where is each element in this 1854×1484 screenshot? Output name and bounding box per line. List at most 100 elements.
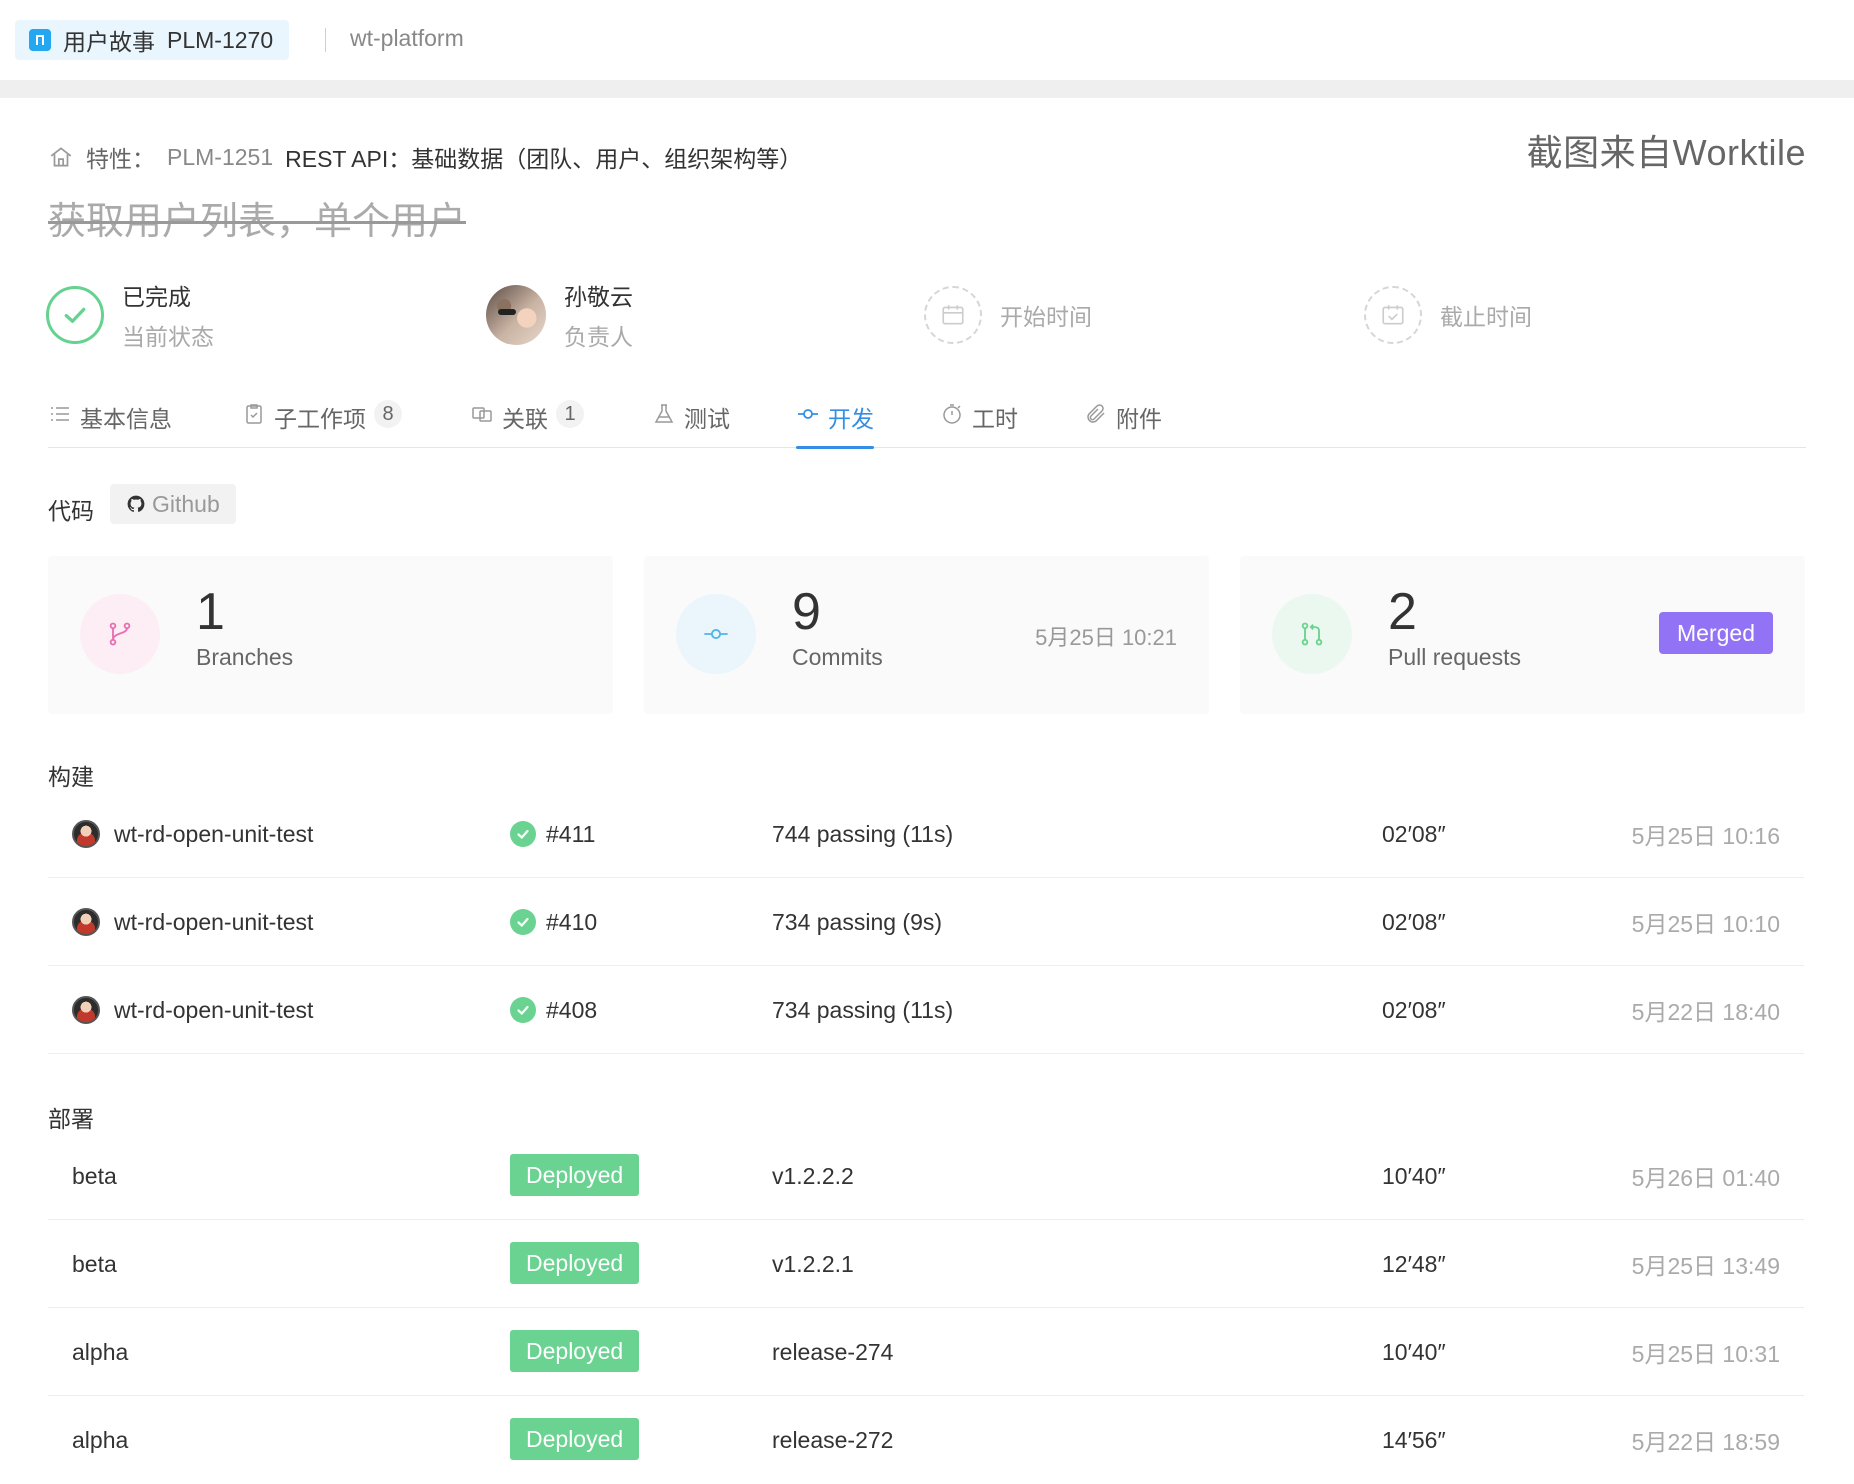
tab-testing[interactable]: 测试 bbox=[652, 394, 730, 448]
tab-development[interactable]: 开发 bbox=[796, 394, 874, 449]
tab-subtasks[interactable]: 子工作项 8 bbox=[242, 394, 402, 448]
parent-item-title[interactable]: REST API：基础数据（团队、用户、组织架构等） bbox=[285, 140, 802, 174]
deploy-row[interactable]: beta Deployed v1.2.2.1 12′48″ 5月25日 13:4… bbox=[48, 1220, 1804, 1308]
status-label: 当前状态 bbox=[122, 324, 214, 350]
build-time: 5月22日 18:40 bbox=[1631, 999, 1780, 1025]
tab-count-badge: 8 bbox=[374, 400, 402, 428]
top-bar: 用户故事 PLM-1270 wt-platform bbox=[0, 0, 1854, 80]
page-title[interactable]: 获取用户列表，单个用户 bbox=[48, 190, 466, 245]
deploy-time: 5月25日 10:31 bbox=[1631, 1341, 1780, 1367]
jenkins-icon bbox=[72, 820, 100, 848]
owner-label: 负责人 bbox=[564, 324, 633, 350]
status-field[interactable]: 已完成 当前状态 bbox=[46, 280, 214, 350]
tab-label: 工时 bbox=[972, 406, 1018, 432]
branch-icon bbox=[80, 594, 160, 674]
deploy-time: 5月22日 18:59 bbox=[1631, 1429, 1780, 1455]
status-value: 已完成 bbox=[122, 284, 191, 310]
deploy-time: 5月25日 13:49 bbox=[1631, 1253, 1780, 1279]
pull-requests-card[interactable]: 2 Pull requests Merged bbox=[1240, 556, 1805, 714]
stopwatch-icon bbox=[943, 404, 961, 424]
branches-label: Branches bbox=[196, 644, 294, 670]
build-job-name: wt-rd-open-unit-test bbox=[114, 820, 314, 847]
deploys-section-title: 部署 bbox=[48, 1106, 94, 1132]
calendar-check-icon bbox=[1364, 286, 1422, 344]
deploy-row[interactable]: alpha Deployed release-274 10′40″ 5月25日 … bbox=[48, 1308, 1804, 1396]
pull-requests-count: 2 bbox=[1388, 583, 1417, 641]
commit-icon bbox=[676, 594, 756, 674]
clipboard-icon bbox=[246, 404, 262, 424]
build-result: 734 passing (9s) bbox=[772, 908, 943, 935]
deploy-env: alpha bbox=[72, 1426, 129, 1453]
commits-card[interactable]: 9 Commits 5月25日 10:21 bbox=[644, 556, 1209, 714]
story-icon bbox=[29, 29, 51, 51]
deploy-row[interactable]: alpha Deployed release-272 14′56″ 5月22日 … bbox=[48, 1396, 1804, 1484]
deployed-badge: Deployed bbox=[510, 1330, 640, 1372]
build-result: 744 passing (11s) bbox=[772, 820, 954, 847]
build-number[interactable]: #411 bbox=[546, 821, 595, 848]
jenkins-icon bbox=[72, 996, 100, 1024]
build-duration: 02′08″ bbox=[1382, 996, 1446, 1023]
avatar bbox=[486, 285, 546, 345]
pull-request-icon bbox=[1272, 594, 1352, 674]
breadcrumb-prefix: 特性： bbox=[86, 146, 155, 172]
deploy-duration: 12′48″ bbox=[1382, 1250, 1446, 1277]
build-number[interactable]: #408 bbox=[546, 997, 597, 1024]
deploy-env: beta bbox=[72, 1250, 117, 1277]
home-icon[interactable] bbox=[48, 144, 74, 170]
deploy-row[interactable]: beta Deployed v1.2.2.2 10′40″ 5月26日 01:4… bbox=[48, 1132, 1804, 1220]
start-date-field[interactable]: 开始时间 bbox=[924, 280, 1092, 350]
tab-basic-info[interactable]: 基本信息 bbox=[48, 394, 172, 448]
tab-relations[interactable]: 关联 1 bbox=[470, 394, 584, 448]
list-icon bbox=[51, 407, 69, 421]
section-divider bbox=[0, 80, 1854, 98]
work-item-type-tag[interactable]: 用户故事 PLM-1270 bbox=[15, 20, 290, 60]
tab-label: 开发 bbox=[828, 406, 874, 432]
build-result: 734 passing (11s) bbox=[772, 996, 954, 1023]
divider bbox=[325, 28, 326, 52]
tab-label: 测试 bbox=[684, 406, 730, 432]
due-date-placeholder: 截止时间 bbox=[1440, 304, 1532, 330]
commits-count: 9 bbox=[792, 583, 821, 641]
build-row[interactable]: wt-rd-open-unit-test #410 734 passing (9… bbox=[48, 878, 1804, 966]
watermark: 截图来自Worktile bbox=[1526, 132, 1806, 173]
build-row[interactable]: wt-rd-open-unit-test #408 734 passing (1… bbox=[48, 966, 1804, 1054]
builds-section-title: 构建 bbox=[48, 764, 94, 790]
tab-label: 关联 bbox=[502, 406, 548, 432]
work-item-type-label: 用户故事 bbox=[63, 29, 155, 55]
merged-badge: Merged bbox=[1659, 612, 1773, 654]
github-label: Github bbox=[152, 490, 220, 517]
build-job-name: wt-rd-open-unit-test bbox=[114, 908, 314, 935]
deploy-time: 5月26日 01:40 bbox=[1631, 1165, 1780, 1191]
deploy-version: release-272 bbox=[772, 1426, 894, 1453]
parent-item-id[interactable]: PLM-1251 bbox=[167, 144, 273, 171]
success-check-icon bbox=[510, 821, 536, 847]
tab-attachments[interactable]: 附件 bbox=[1084, 394, 1162, 448]
deploy-version: v1.2.2.2 bbox=[772, 1162, 854, 1189]
breadcrumb: 特性： PLM-1251 REST API：基础数据（团队、用户、组织架构等） bbox=[48, 140, 802, 174]
deploy-duration: 14′56″ bbox=[1382, 1426, 1446, 1453]
branches-count: 1 bbox=[196, 583, 225, 641]
build-time: 5月25日 10:10 bbox=[1631, 911, 1780, 937]
due-date-field[interactable]: 截止时间 bbox=[1364, 280, 1532, 350]
paperclip-icon bbox=[1087, 404, 1105, 423]
owner-field[interactable]: 孙敬云 负责人 bbox=[486, 280, 633, 350]
tab-worklog[interactable]: 工时 bbox=[940, 394, 1018, 448]
deploy-duration: 10′40″ bbox=[1382, 1338, 1446, 1365]
pull-requests-label: Pull requests bbox=[1388, 644, 1521, 670]
build-number[interactable]: #410 bbox=[546, 909, 597, 936]
deploy-env: alpha bbox=[72, 1338, 129, 1365]
owner-value: 孙敬云 bbox=[564, 284, 633, 310]
github-tag[interactable]: Github bbox=[110, 484, 236, 524]
branches-card[interactable]: 1 Branches bbox=[48, 556, 613, 714]
tab-count-badge: 1 bbox=[556, 400, 584, 428]
commits-last-date: 5月25日 10:21 bbox=[1035, 625, 1177, 650]
success-check-icon bbox=[510, 909, 536, 935]
build-duration: 02′08″ bbox=[1382, 820, 1446, 847]
tab-bar: 基本信息 子工作项 8 关联 1 测试 开发 工时 附件 bbox=[48, 394, 1806, 449]
start-date-placeholder: 开始时间 bbox=[1000, 304, 1092, 330]
build-row[interactable]: wt-rd-open-unit-test #411 744 passing (1… bbox=[48, 790, 1804, 878]
github-icon bbox=[127, 495, 145, 512]
code-section-title: 代码 bbox=[48, 498, 94, 524]
project-link[interactable]: wt-platform bbox=[350, 25, 464, 52]
deployed-badge: Deployed bbox=[510, 1242, 640, 1284]
